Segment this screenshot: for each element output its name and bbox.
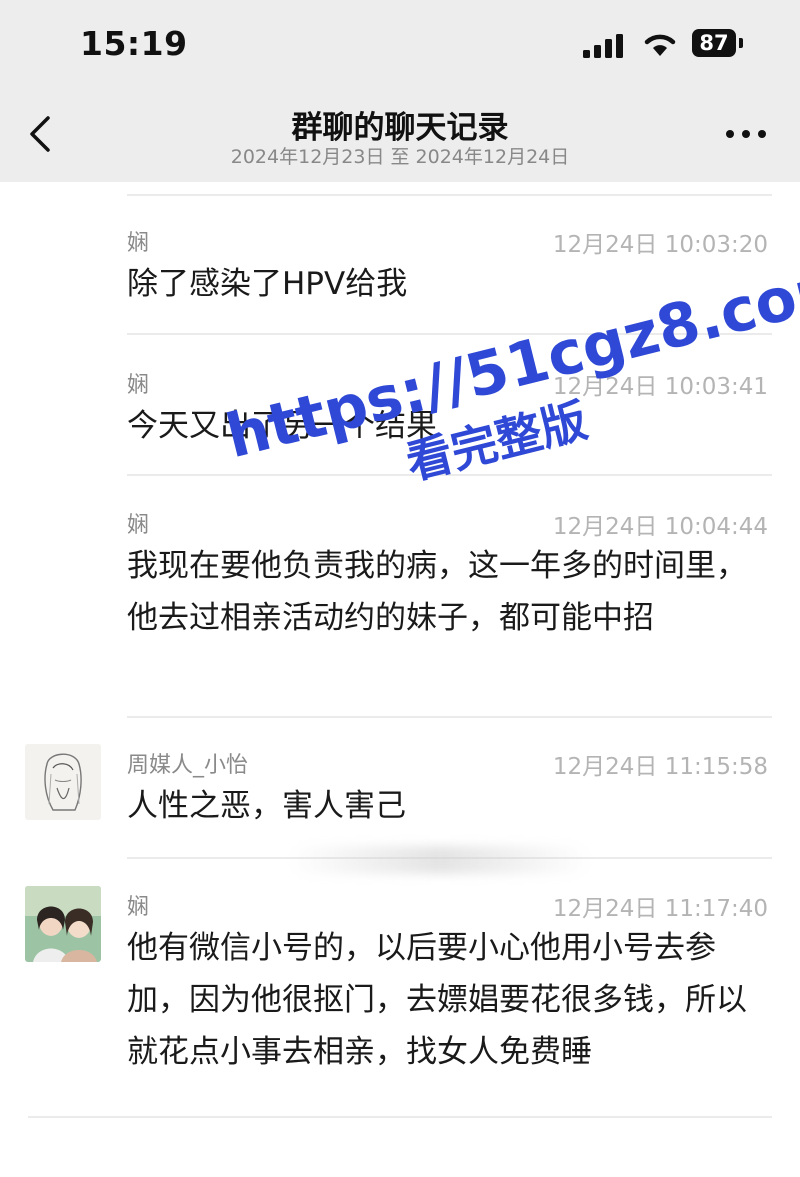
message-timestamp: 12月24日 10:03:41 — [552, 374, 768, 400]
divider — [28, 1116, 772, 1118]
status-time: 15:19 — [80, 24, 188, 63]
message-timestamp: 12月24日 10:04:44 — [552, 514, 768, 540]
wifi-icon — [644, 34, 676, 56]
divider — [127, 716, 772, 718]
photo-avatar — [25, 886, 101, 962]
divider — [127, 474, 772, 476]
battery-tip — [739, 38, 743, 48]
date-range-subtitle: 2024年12月23日 至 2024年12月24日 — [230, 146, 570, 168]
message-sender: 周媒人_小怡 — [127, 753, 249, 778]
status-bar: 15:19 87 — [0, 0, 800, 90]
message-sender: 娴 — [127, 373, 150, 398]
message-text: 今天又出了另一个结果 — [127, 408, 437, 444]
message-sender: 娴 — [127, 231, 150, 256]
message-sender: 娴 — [127, 513, 150, 538]
divider — [127, 194, 772, 196]
message-text: 我现在要他负责我的病，这一年多的时间里，他去过相亲活动约的妹子，都可能中招 — [127, 548, 747, 636]
nav-bar: 群聊的聊天记录 2024年12月23日 至 2024年12月24日 — [0, 90, 800, 182]
avatar[interactable] — [25, 886, 101, 962]
message-text: 除了感染了HPV给我 — [127, 266, 408, 302]
message-timestamp: 12月24日 11:15:58 — [552, 754, 768, 780]
page-title: 群聊的聊天记录 — [291, 110, 509, 146]
avatar[interactable] — [25, 744, 101, 820]
message-timestamp: 12月24日 11:17:40 — [552, 896, 768, 922]
message-sender: 娴 — [127, 895, 150, 920]
divider — [127, 333, 772, 335]
message-text: 他有微信小号的，以后要小心他用小号去参加，因为他很抠门，去嫖娼要花很多钱，所以就… — [127, 930, 747, 1070]
battery-icon: 87 — [692, 29, 736, 57]
more-dots-icon[interactable] — [718, 120, 774, 148]
sketch-portrait-avatar — [25, 744, 101, 820]
signal-icon — [583, 34, 623, 58]
message-text: 人性之恶，害人害己 — [127, 788, 406, 824]
blurred-region — [290, 846, 590, 874]
message-timestamp: 12月24日 10:03:20 — [552, 232, 768, 258]
